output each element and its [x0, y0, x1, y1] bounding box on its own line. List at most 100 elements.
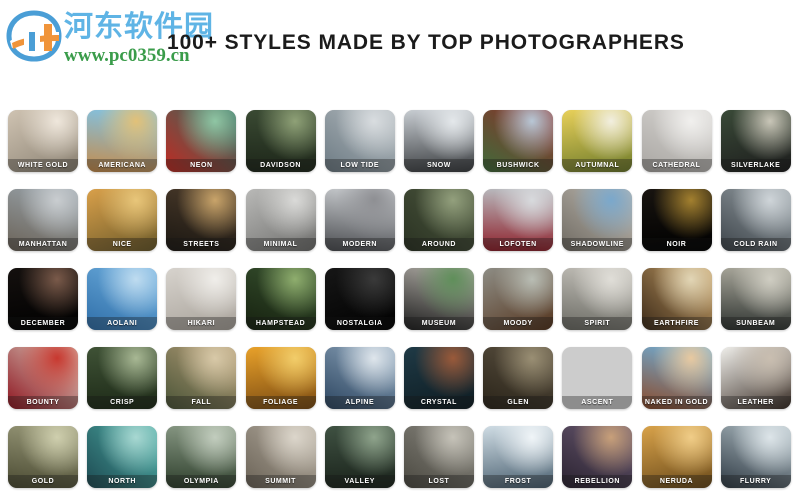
style-tile[interactable]: NOIR [641, 189, 712, 251]
style-tile[interactable]: LEATHER [720, 347, 791, 409]
style-tile[interactable]: SUNBEAM [720, 268, 791, 330]
style-tile[interactable]: NERUDA [641, 426, 712, 488]
style-tile[interactable]: GLEN [483, 347, 554, 409]
style-tile-label: SILVERLAKE [720, 159, 791, 172]
style-tile-label: SPIRIT [562, 317, 633, 330]
style-tile-label: NEON [166, 159, 237, 172]
style-tile[interactable]: NEON [166, 110, 237, 172]
style-tile-label: CRYSTAL [403, 396, 474, 409]
style-tile-label: HIKARI [166, 317, 237, 330]
style-tile-label: GLEN [483, 396, 554, 409]
style-tile[interactable]: OLYMPIA [166, 426, 237, 488]
style-tile-label: AMERICANA [87, 159, 158, 172]
page-title: 100+ STYLES MADE BY TOP PHOTOGRAPHERS [167, 31, 685, 54]
style-tile[interactable]: DECEMBER [8, 268, 78, 330]
style-tile[interactable]: AMERICANA [87, 110, 158, 172]
style-tile[interactable]: MANHATTAN [8, 189, 78, 251]
style-tile[interactable]: WHITE GOLD [8, 110, 78, 172]
style-tile[interactable]: MUSEUM [403, 268, 474, 330]
style-tile-label: MODERN [324, 238, 395, 251]
style-tile[interactable]: HAMPSTEAD [245, 268, 316, 330]
style-tile[interactable]: MOODY [483, 268, 554, 330]
style-tile[interactable]: AUTUMNAL [562, 110, 633, 172]
style-tile-label: SHADOWLINE [562, 238, 633, 251]
style-tile-label: MANHATTAN [8, 238, 78, 251]
style-tile-label: FROST [483, 475, 554, 488]
style-tile-label: NOSTALGIA [324, 317, 395, 330]
style-tile[interactable]: BUSHWICK [483, 110, 554, 172]
style-tile[interactable]: ALPINE [324, 347, 395, 409]
style-tile-label: NERUDA [641, 475, 712, 488]
style-tile-label: MOODY [483, 317, 554, 330]
style-tile[interactable]: EARTHFIRE [641, 268, 712, 330]
style-tile-label: SUMMIT [245, 475, 316, 488]
style-tile-label: BOUNTY [8, 396, 78, 409]
style-tile-label: AOLANI [87, 317, 158, 330]
style-tile[interactable]: FALL [166, 347, 237, 409]
style-tile[interactable]: LOFOTEN [483, 189, 554, 251]
style-tile[interactable]: BOUNTY [8, 347, 78, 409]
style-tile[interactable]: CRISP [87, 347, 158, 409]
style-tile[interactable]: DAVIDSON [245, 110, 316, 172]
style-tile[interactable]: REBELLION [562, 426, 633, 488]
style-tile-label: REBELLION [562, 475, 633, 488]
style-tile-label: SNOW [403, 159, 474, 172]
style-tile[interactable]: FLURRY [720, 426, 791, 488]
style-tile-label: CATHEDRAL [641, 159, 712, 172]
style-tile[interactable]: FROST [483, 426, 554, 488]
style-tile-label: MUSEUM [403, 317, 474, 330]
style-tile[interactable]: NICE [87, 189, 158, 251]
style-tile-label: SUNBEAM [720, 317, 791, 330]
style-tile-label: AUTUMNAL [562, 159, 633, 172]
style-tile-label: NAKED IN GOLD [641, 396, 712, 409]
style-tile-label: FOLIAGE [245, 396, 316, 409]
style-tile[interactable]: NOSTALGIA [324, 268, 395, 330]
style-tile[interactable]: LOW TIDE [324, 110, 395, 172]
style-tile[interactable]: CATHEDRAL [641, 110, 712, 172]
style-tile[interactable]: SHADOWLINE [562, 189, 633, 251]
style-tile[interactable]: GOLD [8, 426, 78, 488]
style-tile[interactable]: NORTH [87, 426, 158, 488]
style-tile-label: MINIMAL [245, 238, 316, 251]
style-tile-label: VALLEY [324, 475, 395, 488]
style-tile-label: DECEMBER [8, 317, 78, 330]
style-tile[interactable]: SNOW [403, 110, 474, 172]
style-tile[interactable]: MINIMAL [245, 189, 316, 251]
style-tile-label: NICE [87, 238, 158, 251]
style-tile-label: LOW TIDE [324, 159, 395, 172]
style-tile[interactable]: ASCENT [562, 347, 633, 409]
style-tile-label: FLURRY [720, 475, 791, 488]
style-tile[interactable]: SPIRIT [562, 268, 633, 330]
style-tile[interactable]: MODERN [324, 189, 395, 251]
style-tile-label: DAVIDSON [245, 159, 316, 172]
style-grid: WHITE GOLD AMERICANA NEON DAVIDSON LOW TIDE S… [8, 110, 792, 488]
style-tile-label: AROUND [403, 238, 474, 251]
style-tile[interactable]: COLD RAIN [720, 189, 791, 251]
style-tile[interactable]: HIKARI [166, 268, 237, 330]
style-tile[interactable]: VALLEY [324, 426, 395, 488]
style-tile-label: ASCENT [562, 396, 633, 409]
style-tile-label: LEATHER [720, 396, 791, 409]
style-tile[interactable]: AOLANI [87, 268, 158, 330]
style-tile-label: GOLD [8, 475, 78, 488]
style-tile[interactable]: SUMMIT [245, 426, 316, 488]
hedong-software-logo-icon [6, 10, 62, 62]
style-tile[interactable]: AROUND [403, 189, 474, 251]
style-tile[interactable]: STREETS [166, 189, 237, 251]
style-tile-label: FALL [166, 396, 237, 409]
style-tile[interactable]: NAKED IN GOLD [641, 347, 712, 409]
style-tile[interactable]: LOST [403, 426, 474, 488]
style-gallery-page: 河东软件园 www.pc0359.cn 100+ STYLES MADE BY … [0, 0, 800, 500]
style-tile-label: COLD RAIN [720, 238, 791, 251]
style-tile-label: NORTH [87, 475, 158, 488]
style-tile[interactable]: CRYSTAL [403, 347, 474, 409]
style-tile-label: EARTHFIRE [641, 317, 712, 330]
style-tile-label: LOFOTEN [483, 238, 554, 251]
style-tile-label: ALPINE [324, 396, 395, 409]
style-tile[interactable]: FOLIAGE [245, 347, 316, 409]
style-tile-label: NOIR [641, 238, 712, 251]
style-tile-label: CRISP [87, 396, 158, 409]
style-tile-label: STREETS [166, 238, 237, 251]
style-tile[interactable]: SILVERLAKE [720, 110, 791, 172]
style-tile-label: OLYMPIA [166, 475, 237, 488]
